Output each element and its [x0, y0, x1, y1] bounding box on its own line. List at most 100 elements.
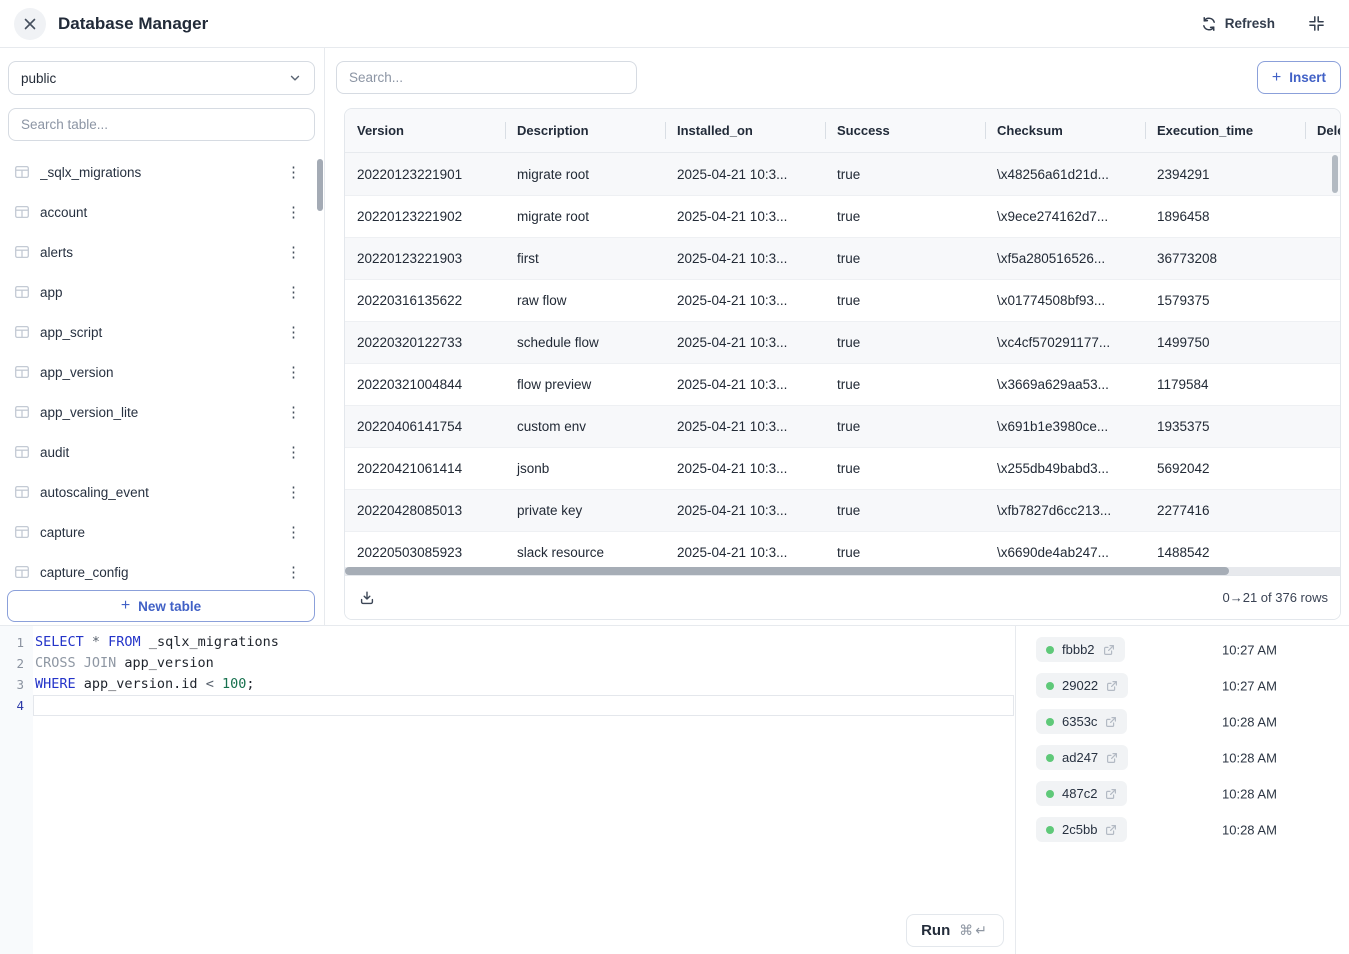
column-header[interactable]: Installed_on [665, 109, 825, 152]
column-header[interactable]: Description [505, 109, 665, 152]
sidebar-table-item[interactable]: audit ⋮ [0, 432, 317, 472]
history-query-pill[interactable]: fbbb2 [1036, 637, 1125, 662]
new-table-button[interactable]: + New table [7, 590, 315, 622]
cell-checksum: \x255db49babd3... [985, 448, 1145, 489]
external-link-icon [1105, 716, 1117, 728]
history-query-pill[interactable]: ad247 [1036, 745, 1128, 770]
code-text: WHERE app_version.id < 100; [33, 674, 254, 695]
cell-description: schedule flow [505, 322, 665, 363]
rows-search-input[interactable] [336, 61, 637, 94]
table-icon [14, 524, 30, 540]
refresh-button[interactable]: Refresh [1201, 16, 1275, 32]
table-menu-button[interactable]: ⋮ [280, 441, 307, 464]
new-table-label: New table [138, 599, 201, 614]
code-line-4-active[interactable]: 4 [0, 695, 1015, 716]
column-header[interactable]: Dele [1305, 109, 1341, 152]
cell-checksum: \x48256a61d21d... [985, 153, 1145, 195]
close-button[interactable] [14, 8, 46, 40]
run-button[interactable]: Run ⌘↵ [906, 914, 1004, 947]
schema-select-value: public [21, 71, 56, 86]
history-query-pill[interactable]: 6353c [1036, 709, 1127, 734]
success-dot-icon [1046, 826, 1054, 834]
history-query-pill[interactable]: 29022 [1036, 673, 1128, 698]
history-row: 487c2 10:28 AM [1016, 776, 1349, 812]
table-name: _sqlx_migrations [40, 165, 270, 180]
table-row[interactable]: 20220321004844 flow preview 2025-04-21 1… [345, 363, 1340, 405]
sidebar-table-item[interactable]: app_script ⋮ [0, 312, 317, 352]
table-row[interactable]: 20220123221902 migrate root 2025-04-21 1… [345, 195, 1340, 237]
history-query-pill[interactable]: 487c2 [1036, 781, 1127, 806]
cell-deleted [1305, 322, 1341, 363]
column-header[interactable]: Version [345, 109, 505, 152]
refresh-icon [1201, 16, 1217, 32]
download-button[interactable] [357, 588, 377, 608]
table-row[interactable]: 20220316135622 raw flow 2025-04-21 10:3.… [345, 279, 1340, 321]
line-number: 2 [0, 653, 33, 674]
history-timestamp: 10:28 AM [1222, 823, 1277, 838]
sql-editor[interactable]: 1 SELECT * FROM _sqlx_migrations 2 CROSS… [0, 626, 1016, 954]
external-link-icon [1105, 788, 1117, 800]
column-header[interactable]: Success [825, 109, 985, 152]
success-dot-icon [1046, 646, 1054, 654]
sidebar-table-item[interactable]: app_version ⋮ [0, 352, 317, 392]
table-menu-button[interactable]: ⋮ [280, 521, 307, 544]
cell-description: first [505, 238, 665, 279]
history-query-pill[interactable]: 2c5bb [1036, 817, 1127, 842]
sidebar-scrollbar[interactable] [317, 159, 323, 211]
table-menu-button[interactable]: ⋮ [280, 481, 307, 504]
table-icon [14, 204, 30, 220]
sidebar-table-item[interactable]: app ⋮ [0, 272, 317, 312]
column-header[interactable]: Checksum [985, 109, 1145, 152]
table-menu-button[interactable]: ⋮ [280, 201, 307, 224]
table-row[interactable]: 20220123221901 migrate root 2025-04-21 1… [345, 153, 1340, 195]
sidebar-table-item[interactable]: capture ⋮ [0, 512, 317, 552]
cell-version: 20220421061414 [345, 448, 505, 489]
sidebar-table-item[interactable]: app_version_lite ⋮ [0, 392, 317, 432]
history-timestamp: 10:27 AM [1222, 679, 1277, 694]
table-menu-button[interactable]: ⋮ [280, 561, 307, 584]
bottom-panel: 1 SELECT * FROM _sqlx_migrations 2 CROSS… [0, 625, 1349, 954]
table-horizontal-scrollbar-thumb[interactable] [345, 567, 1229, 575]
table-header-row: Version Description Installed_on Success… [345, 109, 1340, 153]
table-menu-button[interactable]: ⋮ [280, 361, 307, 384]
table-list: _sqlx_migrations ⋮ account ⋮ [0, 152, 317, 585]
sidebar-table-item[interactable]: account ⋮ [0, 192, 317, 232]
sidebar-table-item[interactable]: capture_config ⋮ [0, 552, 317, 585]
schema-select[interactable]: public [8, 61, 315, 95]
cell-installed-on: 2025-04-21 10:3... [665, 238, 825, 279]
cell-checksum: \x01774508bf93... [985, 280, 1145, 321]
table-row[interactable]: 20220421061414 jsonb 2025-04-21 10:3... … [345, 447, 1340, 489]
table-menu-button[interactable]: ⋮ [280, 241, 307, 264]
query-history-list: fbbb2 10:27 AM 29022 [1016, 632, 1349, 848]
table-vertical-scrollbar[interactable] [1332, 155, 1338, 193]
table-row[interactable]: 20220123221903 first 2025-04-21 10:3... … [345, 237, 1340, 279]
cell-installed-on: 2025-04-21 10:3... [665, 448, 825, 489]
table-horizontal-scrollbar-track[interactable] [345, 567, 1340, 575]
table-menu-button[interactable]: ⋮ [280, 281, 307, 304]
cell-success: true [825, 280, 985, 321]
table-menu-button[interactable]: ⋮ [280, 321, 307, 344]
table-menu-button[interactable]: ⋮ [280, 161, 307, 184]
sidebar-table-item[interactable]: _sqlx_migrations ⋮ [0, 152, 317, 192]
cell-version: 20220428085013 [345, 490, 505, 531]
history-query-id: 6353c [1062, 714, 1097, 729]
table-menu-button[interactable]: ⋮ [280, 401, 307, 424]
table-row[interactable]: 20220320122733 schedule flow 2025-04-21 … [345, 321, 1340, 363]
table-search-input[interactable] [8, 108, 315, 141]
table-row[interactable]: 20220406141754 custom env 2025-04-21 10:… [345, 405, 1340, 447]
sidebar-table-item[interactable]: alerts ⋮ [0, 232, 317, 272]
insert-button[interactable]: + Insert [1257, 61, 1341, 94]
collapse-fullscreen-button[interactable] [1308, 15, 1325, 32]
code-area[interactable]: 1 SELECT * FROM _sqlx_migrations 2 CROSS… [0, 632, 1015, 716]
history-row: 29022 10:27 AM [1016, 668, 1349, 704]
sidebar-table-item[interactable]: autoscaling_event ⋮ [0, 472, 317, 512]
column-header[interactable]: Execution_time [1145, 109, 1305, 152]
table-row[interactable]: 20220428085013 private key 2025-04-21 10… [345, 489, 1340, 531]
cmd-enter-shortcut: ⌘↵ [959, 923, 989, 939]
table-icon [14, 164, 30, 180]
table-name: app_version [40, 365, 270, 380]
history-query-id: 29022 [1062, 678, 1098, 693]
cell-execution-time: 36773208 [1145, 238, 1305, 279]
cell-checksum: \xf5a280516526... [985, 238, 1145, 279]
cell-description: migrate root [505, 196, 665, 237]
